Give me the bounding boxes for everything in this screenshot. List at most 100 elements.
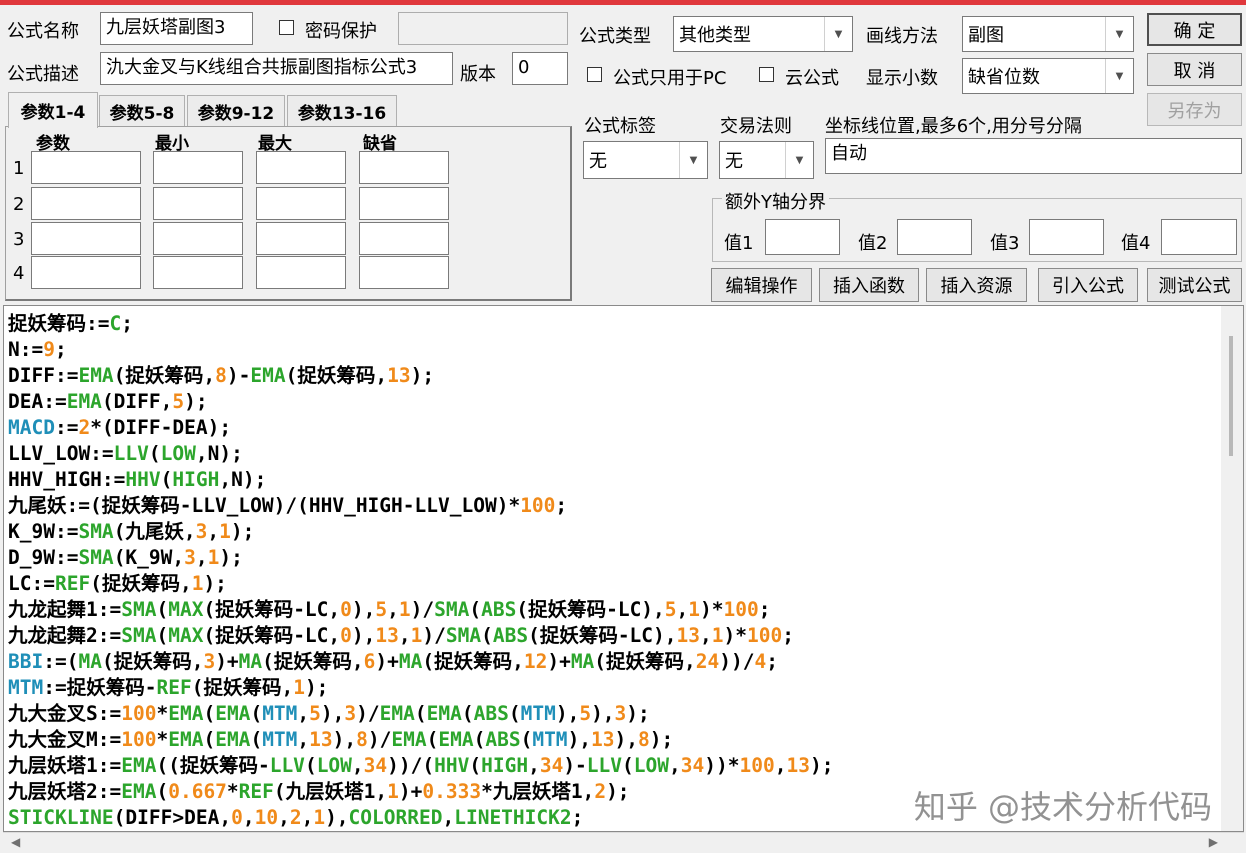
param-2-max-input[interactable] [256, 187, 346, 220]
param-4-default-input[interactable] [359, 256, 449, 289]
code-token: (K_9W, [113, 546, 185, 569]
draw-method-select[interactable]: 副图 ▼ [962, 16, 1134, 52]
param-2-default-input[interactable] [359, 187, 449, 220]
code-token: , [207, 520, 220, 543]
value3-input[interactable] [1029, 219, 1104, 255]
formula-type-select[interactable]: 其他类型 ▼ [673, 16, 853, 52]
chevron-down-icon: ▼ [1105, 17, 1133, 51]
code-token: HHV [125, 468, 161, 491]
code-token: ( [469, 754, 482, 777]
code-token: REF [54, 572, 91, 595]
tab-params-13-16[interactable]: 参数13-16 [287, 95, 397, 126]
password-input[interactable] [398, 12, 568, 45]
code-token: ; [782, 624, 794, 647]
code-token: ), [614, 728, 639, 751]
code-token: 3 [614, 702, 627, 725]
param-1-name-input[interactable] [31, 151, 141, 184]
watermark: 知乎 @技术分析代码 [913, 788, 1212, 826]
code-token: 0 [231, 806, 243, 829]
code-token: , [301, 806, 314, 829]
code-token: )- [226, 364, 251, 387]
scroll-left-icon[interactable]: ◀ [11, 835, 20, 849]
code-token: EMA [215, 702, 251, 725]
code-line: STICKLINE(DIFF>DEA,0,10,2,1),COLORRED,LI… [8, 805, 833, 831]
code-token: , [195, 546, 208, 569]
param-3-min-input[interactable] [153, 222, 243, 255]
code-token: (捉妖筹码, [262, 650, 364, 673]
code-token: ), [325, 806, 349, 829]
param-3-max-input[interactable] [256, 222, 346, 255]
code-token: 九大金叉M:= [8, 728, 122, 751]
code-token: ); [606, 780, 630, 803]
code-token: 13 [591, 728, 615, 751]
insert-resource-button[interactable]: 插入资源 [926, 268, 1027, 302]
tab-params-5-8[interactable]: 参数5-8 [99, 95, 185, 126]
param-1-min-input[interactable] [153, 151, 243, 184]
value2-input[interactable] [897, 219, 972, 255]
password-protect-checkbox[interactable] [279, 20, 294, 35]
param-3-default-input[interactable] [359, 222, 449, 255]
decimals-label: 显示小数 [866, 68, 938, 89]
code-token: LLV [586, 754, 623, 777]
param-3-name-input[interactable] [31, 222, 141, 255]
test-formula-button[interactable]: 测试公式 [1147, 268, 1242, 302]
code-token: 6 [363, 650, 376, 673]
value1-input[interactable] [765, 219, 840, 255]
code-token: ))* [704, 754, 740, 777]
code-token: REF [156, 676, 192, 699]
tab-params-1-4[interactable]: 参数1-4 [8, 92, 98, 128]
code-token: SMA [121, 598, 157, 621]
param-4-max-input[interactable] [256, 256, 346, 289]
code-token: ), [591, 702, 615, 725]
code-token: )/ [367, 728, 392, 751]
formula-tag-select[interactable]: 无 ▼ [583, 141, 708, 179]
param-2-name-input[interactable] [31, 187, 141, 220]
trade-rule-select[interactable]: 无 ▼ [719, 141, 814, 179]
import-formula-button[interactable]: 引入公式 [1038, 268, 1138, 302]
code-token: ABS [473, 702, 509, 725]
param-1-max-input[interactable] [256, 151, 346, 184]
code-token: 13 [375, 624, 399, 647]
code-token: LOW [160, 442, 196, 465]
code-token: 13 [676, 624, 701, 647]
param-1-default-input[interactable] [359, 151, 449, 184]
code-editor[interactable]: 捉妖筹码:=C; N:=9; DIFF:=EMA(捉妖筹码,8)-EMA(捉妖筹码,… [3, 305, 1244, 832]
code-token: EMA [379, 702, 415, 725]
formula-desc-input[interactable]: 氿大金叉与K线组合共振副图指标公式3 [100, 52, 453, 85]
edit-operation-button[interactable]: 编辑操作 [711, 268, 812, 302]
save-as-button[interactable]: 另存为 [1147, 93, 1242, 126]
param-2-min-input[interactable] [153, 187, 243, 220]
scrollbar-thumb[interactable] [1229, 336, 1233, 456]
ok-button[interactable]: 确 定 [1147, 13, 1242, 46]
value4-input[interactable] [1161, 219, 1237, 255]
code-token: ), [320, 702, 345, 725]
code-token: (九尾妖, [113, 520, 196, 543]
param-4-min-input[interactable] [153, 256, 243, 289]
code-line: 九大金叉S:=100*EMA(EMA(MTM,5),3)/EMA(EMA(ABS… [8, 701, 833, 727]
scroll-right-icon[interactable]: ▶ [1209, 835, 1218, 849]
code-token: 100 [739, 754, 775, 777]
code-line: DEA:=EMA(DIFF,5); [8, 389, 833, 415]
formula-name-input[interactable]: 九层妖塔副图3 [100, 12, 253, 45]
cloud-formula-checkbox[interactable] [759, 67, 774, 82]
insert-function-button[interactable]: 插入函数 [819, 268, 919, 302]
code-token: ( [304, 754, 317, 777]
formula-desc-label: 公式描述 [7, 64, 79, 85]
coord-lines-input[interactable]: 自动 [825, 138, 1242, 174]
code-token: LC:= [8, 572, 55, 595]
code-token: LLV [269, 754, 305, 777]
vertical-scrollbar[interactable] [1221, 306, 1243, 831]
code-token: 100 [121, 728, 157, 751]
version-input[interactable]: 0 [512, 52, 568, 85]
code-token: 九尾妖:=(捉妖筹码-LLV_LOW)/(HHV_HIGH-LLV_LOW)* [8, 494, 521, 517]
horizontal-scrollbar[interactable]: ◀ ▶ [3, 832, 1244, 853]
param-4-name-input[interactable] [31, 256, 141, 289]
code-token: 34 [363, 754, 388, 777]
param-row-number: 4 [13, 263, 25, 284]
decimals-select[interactable]: 缺省位数 ▼ [962, 58, 1134, 94]
pc-only-checkbox[interactable] [587, 67, 602, 82]
tab-params-9-12[interactable]: 参数9-12 [187, 95, 285, 126]
code-token: )/ [422, 624, 446, 647]
cancel-button[interactable]: 取 消 [1147, 53, 1242, 86]
code-token: 100 [520, 494, 556, 517]
